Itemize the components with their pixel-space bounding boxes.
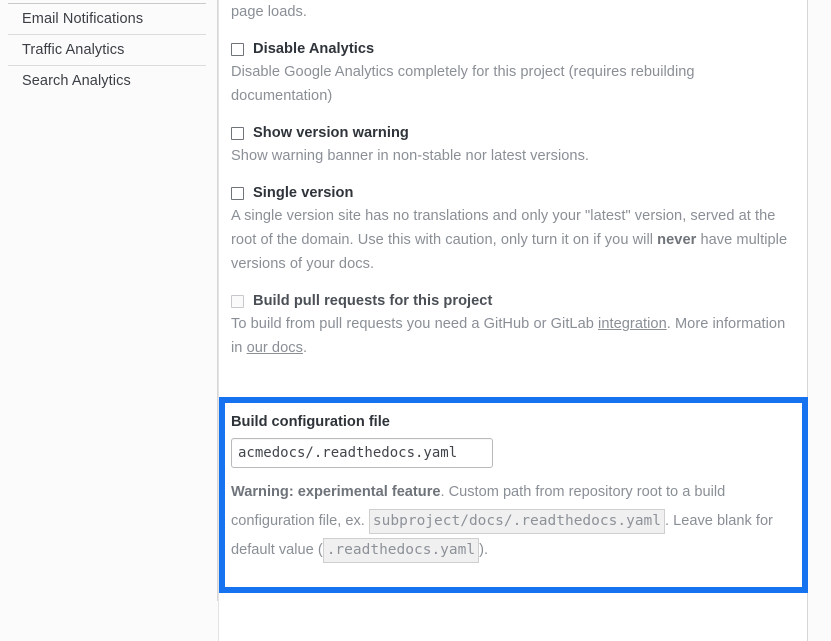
link-our-docs[interactable]: our docs	[247, 340, 303, 356]
option-show-version-warning[interactable]: Show version warning	[231, 125, 795, 141]
sidebar-nav: Email Notifications Traffic Analytics Se…	[0, 0, 218, 601]
code-default-path: .readthedocs.yaml	[323, 538, 479, 563]
help-build-pull-requests: To build from pull requests you need a G…	[231, 312, 795, 360]
help-bpr-part1: To build from pull requests you need a G…	[231, 316, 598, 332]
help-show-version-warning: Show warning banner in non-stable nor la…	[231, 144, 795, 168]
option-disable-analytics[interactable]: Disable Analytics	[231, 41, 795, 57]
build-config-file-help: Warning: experimental feature. Custom pa…	[231, 478, 795, 565]
checkbox-label-single-version: Single version	[253, 185, 353, 201]
checkbox-label-disable-analytics: Disable Analytics	[253, 41, 374, 57]
build-configuration-file-section: Build configuration file Warning: experi…	[231, 414, 795, 565]
sidebar-item-search-analytics[interactable]: Search Analytics	[8, 65, 206, 96]
intro-continuation-text: page loads.	[231, 0, 795, 24]
checkbox-label-show-version-warning: Show version warning	[253, 125, 409, 141]
content-area: g y, g (), y y page loads. Disable Analy…	[218, 0, 831, 601]
help-disable-analytics: Disable Google Analytics completely for …	[231, 60, 795, 108]
sidebar-nav-list: Email Notifications Traffic Analytics Se…	[8, 3, 206, 96]
help-bc-part3: ).	[479, 542, 488, 558]
build-config-file-input[interactable]	[231, 438, 493, 468]
code-example-path: subproject/docs/.readthedocs.yaml	[369, 509, 665, 534]
option-build-pull-requests[interactable]: Build pull requests for this project	[231, 293, 795, 309]
settings-panel: g y, g (), y y page loads. Disable Analy…	[218, 0, 808, 641]
checkbox-single-version[interactable]	[231, 187, 244, 200]
checkbox-build-pull-requests[interactable]	[231, 295, 244, 308]
help-single-version-emphasis: never	[657, 232, 696, 248]
settings-form: g y, g (), y y page loads. Disable Analy…	[231, 0, 795, 641]
sidebar-item-email-notifications[interactable]: Email Notifications	[8, 3, 206, 34]
settings-page: Email Notifications Traffic Analytics Se…	[0, 0, 831, 601]
build-config-file-label: Build configuration file	[231, 414, 795, 430]
help-bpr-part3: .	[303, 340, 307, 356]
help-single-version: A single version site has no translation…	[231, 204, 795, 276]
option-single-version[interactable]: Single version	[231, 185, 795, 201]
link-integration[interactable]: integration	[598, 316, 667, 332]
checkbox-label-build-pull-requests: Build pull requests for this project	[253, 293, 492, 309]
sidebar-item-traffic-analytics[interactable]: Traffic Analytics	[8, 34, 206, 65]
sidebar-item-label: Traffic Analytics	[22, 42, 124, 58]
sidebar-item-label: Email Notifications	[22, 11, 143, 27]
checkbox-disable-analytics[interactable]	[231, 43, 244, 56]
checkbox-show-version-warning[interactable]	[231, 127, 244, 140]
help-warning-label: Warning: experimental feature	[231, 484, 441, 500]
sidebar-item-label: Search Analytics	[22, 73, 131, 89]
